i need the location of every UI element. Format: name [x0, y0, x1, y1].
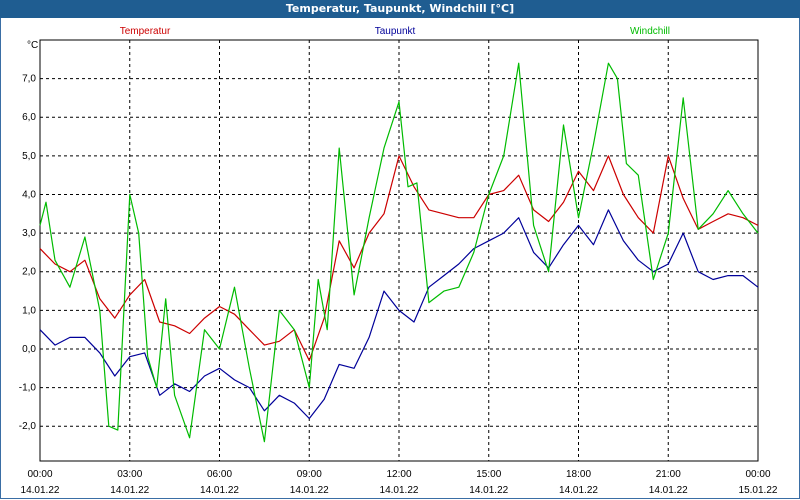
x-tick-time: 15:00	[476, 469, 501, 480]
x-tick-time: 00:00	[745, 469, 770, 480]
x-tick-date: 14.01.22	[290, 485, 329, 496]
y-axis-label: °C	[27, 40, 38, 51]
line-chart: -2,0 -1,0 0,0 1,0 2,0 3,0 4,0 5,0 6,0 7,0 00:00 14…	[19, 26, 778, 496]
x-tick-time: 03:00	[117, 469, 142, 480]
y-tick-label: 7,0	[22, 74, 36, 85]
y-tick-label: 1,0	[22, 305, 36, 316]
x-tick-date: 15.01.22	[739, 485, 778, 496]
y-tick-label: 2,0	[22, 267, 36, 278]
x-tick-date: 14.01.22	[469, 485, 508, 496]
y-tick-label: 4,0	[22, 189, 36, 200]
legend: Temperatur Taupunkt Windchill	[120, 26, 670, 37]
legend-item: Temperatur	[120, 26, 171, 37]
y-tick-label: 5,0	[22, 151, 36, 162]
x-tick-time: 09:00	[297, 469, 322, 480]
y-tick-label: 3,0	[22, 228, 36, 239]
x-tick-time: 12:00	[386, 469, 411, 480]
y-tick-label: -1,0	[19, 383, 37, 394]
legend-item: Windchill	[630, 26, 670, 37]
x-tick-date: 14.01.22	[380, 485, 419, 496]
x-tick-time: 21:00	[656, 469, 681, 480]
x-tick-date: 14.01.22	[649, 485, 688, 496]
x-tick-date: 14.01.22	[200, 485, 239, 496]
x-tick-time: 00:00	[27, 469, 52, 480]
x-tick-date: 14.01.22	[559, 485, 598, 496]
legend-item: Taupunkt	[375, 26, 416, 37]
y-tick-label: 0,0	[22, 344, 36, 355]
x-tick-date: 14.01.22	[21, 485, 60, 496]
y-tick-label: 6,0	[22, 112, 36, 123]
x-tick-time: 18:00	[566, 469, 591, 480]
y-axis-ticks: -2,0 -1,0 0,0 1,0 2,0 3,0 4,0 5,0 6,0 7,0	[19, 74, 37, 433]
x-tick-date: 14.01.22	[110, 485, 149, 496]
x-tick-time: 06:00	[207, 469, 232, 480]
y-tick-label: -2,0	[19, 421, 37, 432]
x-axis-ticks: 00:00 14.01.22 03:00 14.01.22 06:00 14.01.22 0…	[21, 469, 778, 496]
